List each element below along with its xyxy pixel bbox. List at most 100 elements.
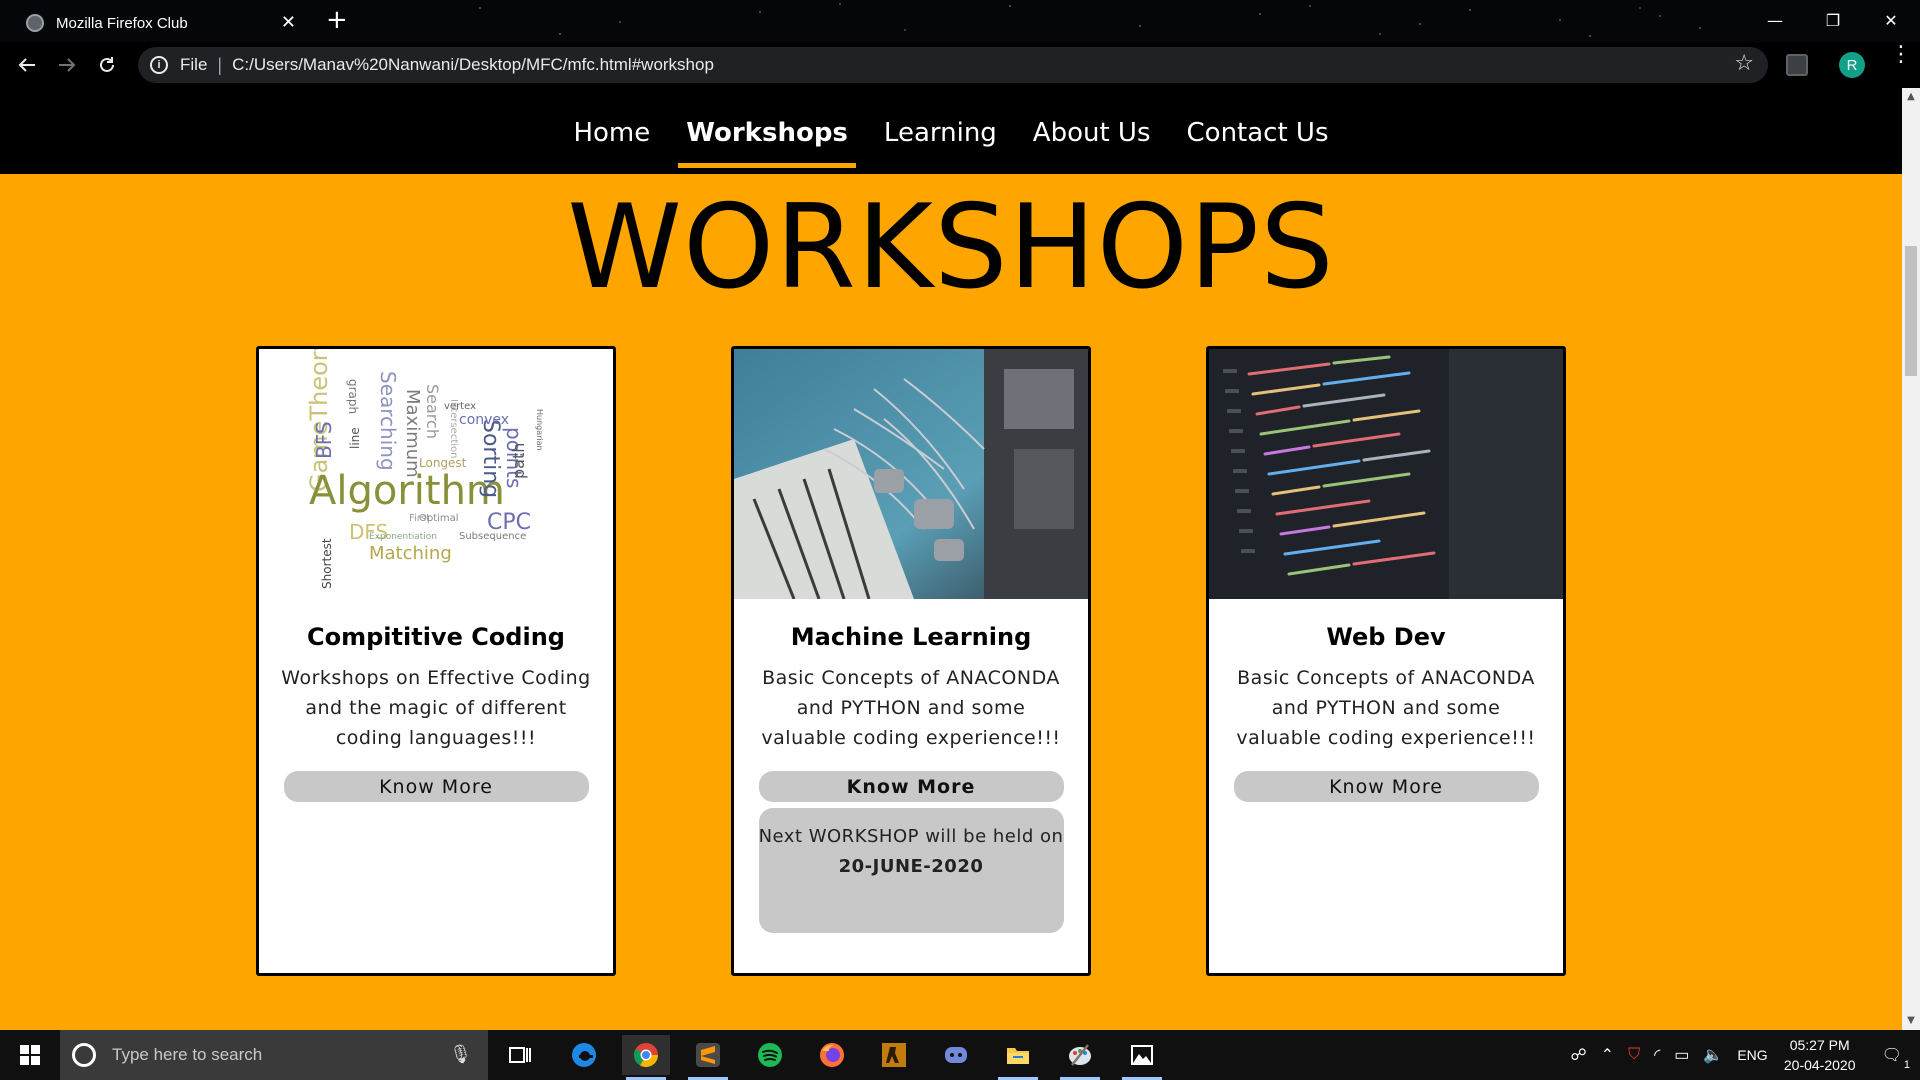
photos-icon (1131, 1045, 1153, 1065)
wordcloud-word: Matching (369, 543, 452, 564)
taskbar-app-discord[interactable] (932, 1035, 980, 1075)
notice-date: 20-JUNE-2020 (838, 856, 984, 877)
wordcloud-word: Subsequence (459, 531, 526, 542)
card-description: Workshops on Effective Coding and the ma… (281, 667, 591, 749)
system-tray: ☍ ⌃ ⛉ ◜ ▭ 🔈 ENG 05:27 PM 20-04-2020 🗨 1 (1563, 1030, 1920, 1080)
bookmark-star-icon[interactable]: ☆ (1734, 51, 1754, 76)
card-title: Machine Learning (790, 623, 1032, 651)
url-text[interactable]: C:/Users/Manav%20Nanwani/Desktop/MFC/mfc… (232, 55, 714, 75)
task-view-icon (509, 1047, 531, 1063)
workshop-card-machine-learning: Machine Learning Basic Concepts of ANACO… (731, 346, 1091, 976)
site-navbar: Home Workshops Learning About Us Contact… (0, 88, 1902, 174)
wordcloud-word: First (409, 513, 430, 524)
wordcloud-word: graph (346, 379, 360, 414)
know-more-button[interactable]: Know More (1233, 771, 1539, 802)
tab-title: Mozilla Firefox Club (56, 14, 188, 32)
scroll-up-icon[interactable]: ▲ (1902, 88, 1920, 106)
wordcloud-word: path (509, 443, 528, 479)
nav-item-contact-us[interactable]: Contact Us (1169, 88, 1347, 174)
reload-icon (100, 57, 114, 72)
restore-button[interactable]: ❐ (1804, 0, 1862, 40)
window-controls: — ❐ ✕ (1746, 0, 1920, 40)
start-button[interactable] (0, 1030, 60, 1080)
taskbar-search-box[interactable]: Type here to search 🎙 (60, 1030, 488, 1080)
wordcloud-word: Searching (376, 371, 400, 471)
card-image-algorithm-word-cloud: GameTheory Algorithm Sorting points Sear… (259, 349, 613, 599)
sublime-text-icon (696, 1043, 720, 1067)
taskbar-app-edge[interactable] (560, 1035, 608, 1075)
scrollbar-thumb[interactable] (1905, 246, 1917, 376)
url-separator: | (217, 54, 223, 75)
page-viewport: Home Workshops Learning About Us Contact… (0, 88, 1902, 1030)
taskbar-app-spotify[interactable] (746, 1035, 794, 1075)
language-indicator[interactable]: ENG (1737, 1047, 1767, 1063)
wordcloud-word: convex (459, 412, 509, 428)
card-description: Basic Concepts of ANACONDA and PYTHON an… (761, 667, 1061, 749)
nav-item-workshops[interactable]: Workshops (668, 88, 866, 174)
wordcloud-word: line (348, 427, 362, 449)
workshop-card-competitive-coding: GameTheory Algorithm Sorting points Sear… (256, 346, 616, 976)
windows-taskbar: Type here to search 🎙 ☍ ⌃ ⛉ ◜ ▭ 🔈 ENG 05… (0, 1030, 1920, 1080)
info-icon[interactable]: i (150, 56, 168, 74)
taskbar-app-sublime[interactable] (684, 1035, 732, 1080)
battery-icon[interactable]: ▭ (1674, 1045, 1689, 1065)
taskbar-clock[interactable]: 05:27 PM 20-04-2020 (1775, 1035, 1865, 1075)
extension-icon[interactable] (1786, 54, 1808, 76)
know-more-button[interactable]: Know More (758, 771, 1064, 802)
taskbar-app-file-explorer[interactable] (994, 1035, 1042, 1080)
wifi-icon[interactable]: ◜ (1654, 1045, 1660, 1065)
profile-avatar[interactable]: R (1839, 52, 1865, 78)
search-placeholder: Type here to search (112, 1045, 263, 1064)
workshop-card-web-dev: Web Dev Basic Concepts of ANACONDA and P… (1206, 346, 1566, 976)
nav-item-home[interactable]: Home (555, 88, 668, 174)
counter-strike-icon (882, 1043, 906, 1067)
taskbar-app-paint[interactable] (1056, 1035, 1104, 1080)
nav-item-about-us[interactable]: About Us (1015, 88, 1169, 174)
taskbar-app-chrome[interactable] (622, 1035, 670, 1080)
volume-icon[interactable]: 🔈 (1703, 1045, 1723, 1065)
edge-icon (572, 1043, 596, 1067)
wordcloud-word: Sorting (478, 419, 503, 498)
card-image-robot-hands-piano (734, 349, 1088, 599)
forward-button[interactable] (50, 48, 84, 82)
clock-time: 05:27 PM (1789, 1037, 1850, 1053)
know-more-button[interactable]: Know More (283, 771, 589, 802)
next-workshop-notice: Next WORKSHOP will be held on 20-JUNE-20… (758, 808, 1064, 933)
notification-center-icon[interactable]: 🗨 1 (1882, 1045, 1910, 1071)
tab-close-icon[interactable]: ✕ (281, 12, 296, 33)
address-bar[interactable]: i File | C:/Users/Manav%20Nanwani/Deskto… (138, 47, 1768, 83)
page-scrollbar[interactable]: ▲ ▼ (1902, 88, 1920, 1030)
wordcloud-word: Hungarian (535, 409, 544, 451)
minimize-button[interactable]: — (1746, 0, 1804, 40)
notice-text: Next WORKSHOP will be held on (758, 826, 1064, 847)
scroll-down-icon[interactable]: ▼ (1902, 1012, 1920, 1030)
windows-logo-icon (20, 1045, 40, 1065)
reload-button[interactable] (90, 48, 124, 82)
close-window-button[interactable]: ✕ (1862, 0, 1920, 40)
people-icon[interactable]: ☍ (1570, 1045, 1586, 1065)
chevron-up-icon[interactable]: ⌃ (1601, 1045, 1614, 1065)
wordcloud-word: BFS (312, 421, 336, 459)
page-title: WORKSHOPS (567, 180, 1335, 315)
task-view-button[interactable] (496, 1035, 544, 1075)
taskbar-app-counter-strike[interactable] (870, 1035, 918, 1075)
globe-icon (26, 14, 44, 32)
new-tab-button[interactable]: + (326, 6, 348, 34)
back-button[interactable] (10, 48, 44, 82)
cortana-icon (72, 1043, 96, 1067)
firefox-icon (820, 1043, 844, 1067)
card-image-code-on-monitor (1209, 349, 1563, 599)
paint-palette-icon (1069, 1044, 1091, 1066)
arrow-right-icon (59, 58, 76, 72)
notification-count: 1 (1903, 1059, 1910, 1071)
nav-item-learning[interactable]: Learning (866, 88, 1015, 174)
more-menu-icon[interactable]: ⋮ (1890, 44, 1912, 66)
browser-titlebar: Mozilla Firefox Club ✕ + — ❐ ✕ (0, 0, 1920, 42)
taskbar-app-firefox[interactable] (808, 1035, 856, 1075)
mcafee-icon[interactable]: ⛉ (1628, 1046, 1640, 1064)
wordcloud-word: Shortest (320, 538, 334, 589)
browser-tab[interactable]: Mozilla Firefox Club ✕ (14, 4, 314, 42)
microphone-icon[interactable]: 🎙 (449, 1044, 472, 1065)
clock-date: 20-04-2020 (1783, 1057, 1856, 1073)
taskbar-app-photos[interactable] (1118, 1035, 1166, 1080)
